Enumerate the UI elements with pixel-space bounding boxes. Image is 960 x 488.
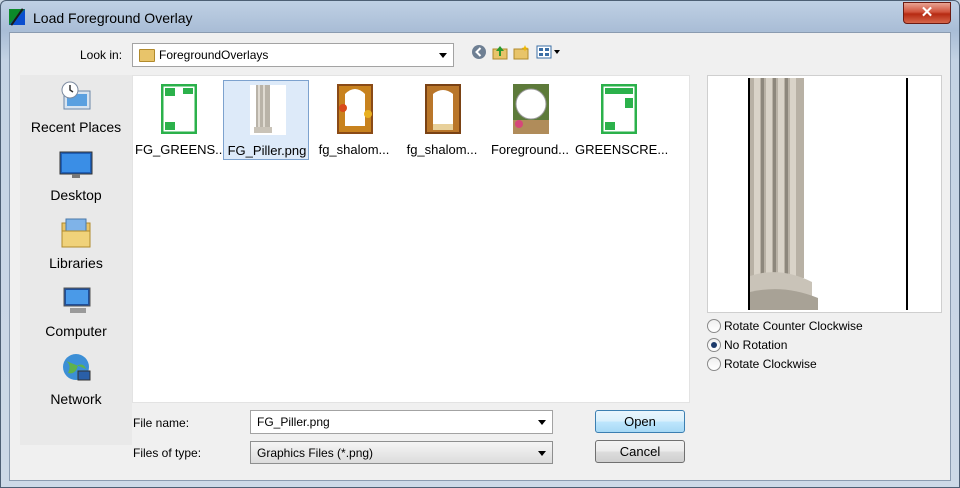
window-title: Load Foreground Overlay bbox=[33, 10, 193, 26]
new-folder-icon[interactable] bbox=[513, 44, 529, 60]
file-type-label: Files of type: bbox=[133, 446, 202, 460]
file-name: FG_Piller.png bbox=[227, 143, 307, 158]
recent-places-icon bbox=[61, 81, 91, 110]
app-icon bbox=[9, 9, 25, 25]
preview-pane bbox=[707, 75, 942, 313]
view-menu-icon[interactable] bbox=[536, 44, 562, 60]
preview-image bbox=[748, 78, 908, 310]
place-label: Network bbox=[50, 391, 102, 407]
file-name-value: FG_Piller.png bbox=[257, 415, 330, 429]
file-name: FG_GREENS... bbox=[135, 142, 227, 157]
cancel-button[interactable]: Cancel bbox=[595, 440, 685, 463]
chevron-down-icon[interactable] bbox=[538, 420, 546, 425]
pillar-thumbnail bbox=[250, 85, 286, 135]
places-bar: Recent Places Desktop Libraries Computer bbox=[20, 75, 132, 445]
look-in-label: Look in: bbox=[80, 48, 123, 62]
libraries-icon bbox=[61, 218, 91, 248]
back-icon[interactable] bbox=[471, 44, 487, 60]
file-name: fg_shalom... bbox=[318, 142, 390, 157]
shalom-thumbnail bbox=[425, 84, 461, 134]
foreground-thumbnail bbox=[513, 84, 549, 134]
file-item[interactable]: fg_shalom... bbox=[311, 80, 397, 160]
network-icon bbox=[63, 354, 91, 381]
greenscreen-thumbnail bbox=[161, 84, 197, 134]
rotate-ccw-radio[interactable] bbox=[707, 319, 721, 333]
file-type-select[interactable]: Graphics Files (*.png) bbox=[250, 441, 553, 464]
place-label: Desktop bbox=[50, 187, 102, 203]
place-network[interactable]: Network bbox=[20, 349, 132, 409]
place-label: Libraries bbox=[49, 255, 103, 271]
open-button[interactable]: Open bbox=[595, 410, 685, 433]
shalom-thumbnail bbox=[337, 84, 373, 134]
dialog-client: Look in: ForegroundOverlays Recent Place… bbox=[9, 32, 951, 481]
look-in-value: ForegroundOverlays bbox=[159, 48, 269, 62]
rotate-ccw-label: Rotate Counter Clockwise bbox=[724, 319, 863, 333]
file-item[interactable]: GREENSCRE... bbox=[575, 80, 669, 160]
file-list[interactable]: FG_GREENS... FG_Piller.png fg_shalom... … bbox=[132, 75, 690, 403]
file-item[interactable]: Foreground... bbox=[487, 80, 573, 160]
file-type-value: Graphics Files (*.png) bbox=[257, 446, 374, 460]
close-button[interactable]: ✕ bbox=[903, 2, 951, 24]
file-name: GREENSCRE... bbox=[575, 142, 669, 157]
folder-icon bbox=[139, 49, 155, 62]
no-rotation-radio[interactable] bbox=[707, 338, 721, 352]
chevron-down-icon bbox=[538, 451, 546, 456]
file-item[interactable]: fg_shalom... bbox=[399, 80, 485, 160]
file-name: Foreground... bbox=[490, 142, 570, 157]
rotate-cw-radio[interactable] bbox=[707, 357, 721, 371]
place-libraries[interactable]: Libraries bbox=[20, 213, 132, 273]
no-rotation-label: No Rotation bbox=[724, 338, 788, 352]
desktop-icon bbox=[59, 151, 93, 178]
file-name: fg_shalom... bbox=[406, 142, 478, 157]
place-recent-places[interactable]: Recent Places bbox=[20, 77, 132, 137]
chevron-down-icon bbox=[439, 53, 447, 58]
file-item-selected[interactable]: FG_Piller.png bbox=[223, 80, 309, 160]
place-computer[interactable]: Computer bbox=[20, 281, 132, 341]
place-desktop[interactable]: Desktop bbox=[20, 145, 132, 205]
file-item[interactable]: FG_GREENS... bbox=[135, 80, 227, 160]
file-name-input[interactable]: FG_Piller.png bbox=[250, 410, 553, 434]
greenscreen-thumbnail bbox=[601, 84, 637, 134]
up-folder-icon[interactable] bbox=[492, 44, 508, 60]
computer-icon bbox=[63, 287, 91, 313]
dialog-window: Load Foreground Overlay ✕ Look in: Foreg… bbox=[0, 0, 960, 488]
title-bar[interactable]: Load Foreground Overlay ✕ bbox=[1, 1, 959, 33]
place-label: Computer bbox=[45, 323, 107, 339]
file-name-label: File name: bbox=[133, 416, 190, 430]
rotate-cw-label: Rotate Clockwise bbox=[724, 357, 817, 371]
place-label: Recent Places bbox=[30, 119, 122, 135]
look-in-combo[interactable]: ForegroundOverlays bbox=[132, 43, 454, 67]
